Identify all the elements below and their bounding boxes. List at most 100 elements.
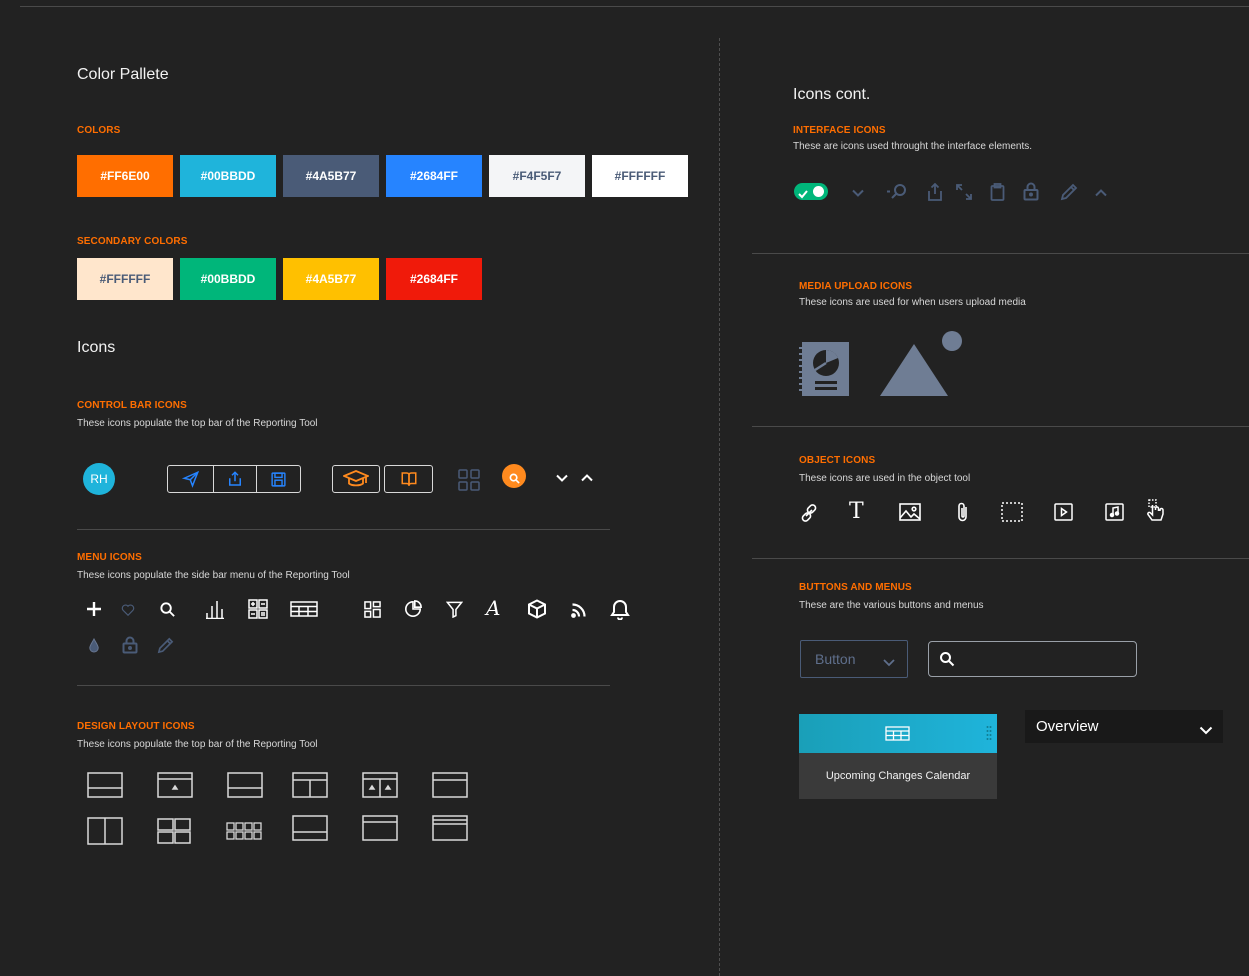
touch-icon[interactable]: [1145, 499, 1165, 523]
table-card[interactable]: Upcoming Changes Calendar: [799, 714, 997, 799]
search-icon: [939, 651, 955, 667]
chevron-up-icon[interactable]: [1094, 186, 1108, 198]
menu-icons-desc: These icons populate the side bar menu o…: [77, 570, 350, 581]
image-upload-icon[interactable]: [878, 330, 964, 398]
clipboard-icon[interactable]: [990, 183, 1005, 201]
drop-icon[interactable]: [88, 637, 100, 653]
layout-header-two-col-icon[interactable]: [292, 772, 328, 798]
calculator-icon[interactable]: [248, 599, 268, 619]
overview-dropdown-value: Overview: [1036, 718, 1099, 735]
expand-icon[interactable]: [956, 184, 972, 200]
audio-icon[interactable]: [1105, 503, 1124, 521]
swatch-red[interactable]: #2684FF: [386, 258, 482, 300]
swatch-blue[interactable]: #2684FF: [386, 155, 482, 197]
lock-icon[interactable]: [122, 636, 138, 654]
graduation-cap-icon: [341, 469, 371, 489]
heart-icon[interactable]: [121, 603, 135, 617]
share-icon[interactable]: [927, 182, 943, 201]
layout-footer-icon[interactable]: [292, 815, 328, 841]
filter-icon[interactable]: [445, 600, 464, 619]
floppy-disk-icon: [270, 471, 287, 488]
layout-four-grid-icon[interactable]: [157, 818, 191, 844]
lock-icon[interactable]: [1023, 182, 1039, 201]
selection-icon[interactable]: [1001, 502, 1023, 522]
guide-button[interactable]: [384, 465, 433, 493]
video-icon[interactable]: [1054, 503, 1073, 521]
report-book-icon[interactable]: [798, 341, 850, 397]
icons-title: Icons: [77, 339, 116, 356]
icons-cont-title: Icons cont.: [793, 86, 871, 103]
pencil-icon[interactable]: [157, 637, 174, 654]
swatch-cyan[interactable]: #00BBDD: [180, 155, 276, 197]
paperclip-icon[interactable]: [956, 501, 970, 523]
divider: [77, 685, 610, 686]
check-icon: [798, 186, 808, 199]
table-card-header: [799, 714, 997, 753]
swatch-light-gray[interactable]: #F4F5F7: [489, 155, 585, 197]
secondary-swatches: #FFFFFF #00BBDD #4A5B77 #2684FF: [77, 258, 482, 300]
share-button[interactable]: [214, 466, 257, 492]
search-icon[interactable]: [886, 183, 908, 200]
layout-split-horizontal-icon[interactable]: [87, 772, 123, 798]
dashboard-icon[interactable]: [364, 601, 381, 618]
swatch-white[interactable]: #FFFFFF: [592, 155, 688, 197]
link-icon[interactable]: [799, 503, 819, 523]
chevron-down-icon[interactable]: [851, 186, 865, 198]
menu-icons-title: MENU ICONS: [77, 552, 142, 563]
design-layout-title: DESIGN LAYOUT ICONS: [77, 721, 195, 732]
search-input[interactable]: [928, 641, 1137, 677]
plus-icon[interactable]: [85, 600, 103, 618]
pie-chart-icon[interactable]: [404, 600, 422, 618]
text-style-icon[interactable]: A: [486, 596, 504, 620]
colors-label: COLORS: [77, 125, 121, 136]
swatch-peach[interactable]: #FFFFFF: [77, 258, 173, 300]
save-button[interactable]: [257, 466, 300, 492]
search-button[interactable]: [502, 464, 526, 488]
toggle-knob: [813, 186, 824, 197]
grid-icon[interactable]: [458, 469, 480, 491]
layout-double-header-icon[interactable]: [432, 815, 468, 841]
paper-plane-icon: [181, 470, 200, 488]
primary-swatches: #FF6E00 #00BBDD #4A5B77 #2684FF #F4F5F7 …: [77, 155, 688, 197]
chevron-down-icon: [883, 654, 895, 667]
chevron-down-icon: [1199, 722, 1213, 734]
layout-half-icon[interactable]: [227, 772, 263, 798]
cube-icon[interactable]: [527, 599, 547, 619]
media-upload-desc: These icons are used for when users uplo…: [799, 297, 1026, 308]
bell-icon[interactable]: [610, 599, 630, 621]
swatch-slate[interactable]: #4A5B77: [283, 155, 379, 197]
table-icon[interactable]: [290, 601, 318, 617]
dropdown-button-label: Button: [815, 651, 856, 667]
overview-dropdown[interactable]: Overview: [1025, 710, 1223, 743]
object-icons-desc: These icons are used in the object tool: [799, 473, 971, 484]
divider: [752, 253, 1249, 254]
pencil-icon[interactable]: [1060, 183, 1078, 201]
magnifier-icon[interactable]: [159, 601, 176, 618]
send-button[interactable]: [168, 466, 214, 492]
chevron-down-icon[interactable]: [555, 471, 569, 485]
layout-two-arrows-icon[interactable]: [362, 772, 398, 798]
layout-header-arrow-icon[interactable]: [157, 772, 193, 798]
secondary-colors-label: SECONDARY COLORS: [77, 236, 188, 247]
layout-header-icon[interactable]: [432, 772, 468, 798]
layout-many-grid-icon[interactable]: [226, 822, 263, 840]
image-icon[interactable]: [899, 503, 921, 521]
swatch-yellow[interactable]: #4A5B77: [283, 258, 379, 300]
swatch-orange[interactable]: #FF6E00: [77, 155, 173, 197]
toggle-switch[interactable]: [794, 183, 828, 200]
share-button-group: [167, 465, 301, 493]
layout-two-col-icon[interactable]: [87, 817, 123, 845]
design-layout-desc: These icons populate the top bar of the …: [77, 739, 318, 750]
drag-handle-icon[interactable]: [986, 725, 992, 743]
dropdown-button[interactable]: Button: [800, 640, 908, 678]
bar-chart-icon[interactable]: [205, 599, 225, 620]
swatch-green[interactable]: #00BBDD: [180, 258, 276, 300]
text-object-icon[interactable]: T: [849, 499, 869, 525]
buttons-menus-title: BUTTONS AND MENUS: [799, 582, 912, 593]
rss-icon[interactable]: [571, 602, 587, 618]
control-bar-desc: These icons populate the top bar of the …: [77, 418, 318, 429]
learn-button[interactable]: [332, 465, 380, 493]
avatar[interactable]: RH: [83, 463, 115, 495]
chevron-up-icon[interactable]: [580, 471, 594, 485]
layout-top-bar-icon[interactable]: [362, 815, 398, 841]
